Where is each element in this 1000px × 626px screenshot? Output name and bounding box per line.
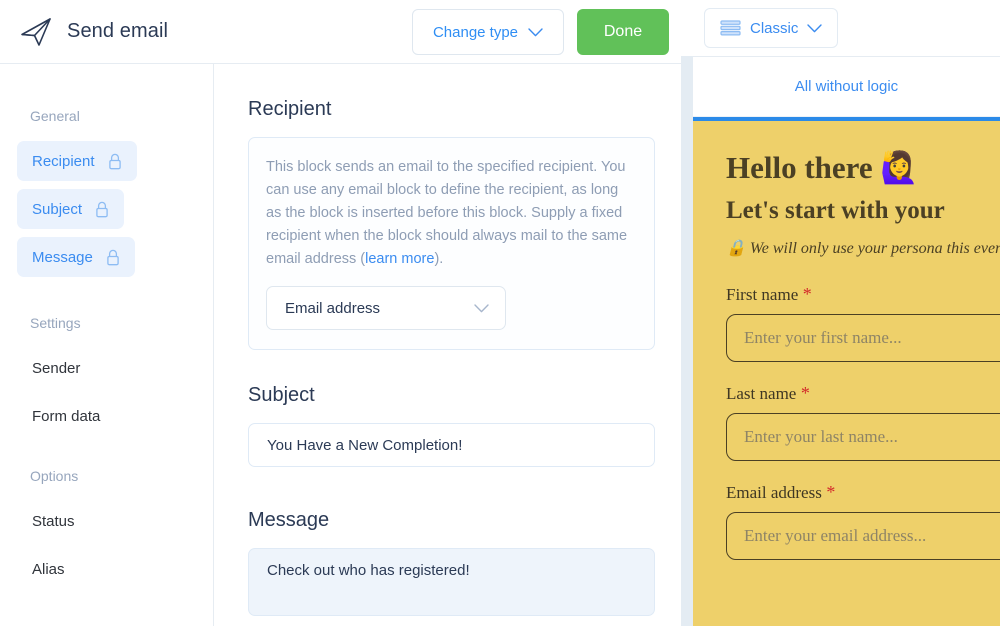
form-privacy-note: 🔒 We will only use your persona this eve… [726,240,1000,257]
toolbar-actions: Change type Done [412,9,669,55]
sidebar-item-label: Subject [32,200,83,218]
required-asterisk: * [796,383,810,403]
field-placeholder: Enter your email address... [744,526,927,545]
field-label-email-address: Email address * [726,482,1000,503]
field-label-last-name: Last name * [726,383,1000,404]
page-title: Send email [67,20,169,42]
sidebar-group-options-label: Options [30,468,79,484]
editor-panel: Send email Change type Done General Reci… [0,0,681,626]
sidebar-group-settings-items: Sender Form data [0,348,213,444]
sidebar-group-options-items: Status Alias [0,501,213,597]
change-type-label: Change type [432,23,519,41]
form-heading: Hello there 🙋‍♀️ [726,150,919,185]
done-button[interactable]: Done [577,9,669,55]
panel-divider [681,56,693,626]
chevron-down-icon [807,23,823,33]
recipient-section-title: Recipient [248,98,332,120]
message-value: Check out who has registered! [267,562,470,579]
sidebar-item-label: Status [32,512,75,530]
editor-main: Recipient This block sends an email to t… [215,64,681,626]
subject-input[interactable]: You Have a New Completion! [248,423,655,467]
recipient-description: This block sends an email to the specifi… [266,156,637,271]
sidebar-item-label: Recipient [32,152,95,170]
subject-section-title: Subject [248,384,315,406]
stacked-bars-icon [720,20,741,36]
form-preview-canvas: Hello there 🙋‍♀️ Let's start with your 🔒… [693,121,1000,626]
field-label-text: Email address [726,483,822,502]
sidebar-item-sender[interactable]: Sender [17,348,95,388]
field-label-text: Last name [726,384,797,403]
form-subheading: Let's start with your [726,196,945,224]
theme-label: Classic [750,19,799,37]
message-section-title: Message [248,509,330,531]
theme-select-button[interactable]: Classic [704,8,839,48]
sidebar-item-alias[interactable]: Alias [17,549,80,589]
field-input-first-name[interactable]: Enter your first name... [726,314,1000,362]
sidebar-group-settings-label: Settings [30,315,81,331]
field-label-first-name: First name * [726,284,1000,305]
lock-icon [95,201,109,218]
sidebar-item-subject[interactable]: Subject [17,189,125,229]
field-input-email-address[interactable]: Enter your email address... [726,512,1000,560]
done-label: Done [603,23,643,40]
sidebar-item-status[interactable]: Status [17,501,90,541]
lock-icon [108,153,122,170]
paper-plane-icon [19,15,53,49]
block-identity: Send email [0,15,168,49]
recipient-type-select[interactable]: Email address [266,286,506,330]
field-placeholder: Enter your last name... [744,427,898,446]
field-label-text: First name [726,285,799,304]
field-input-last-name[interactable]: Enter your last name... [726,413,1000,461]
subject-value: You Have a New Completion! [267,436,463,454]
app-root: Send email Change type Done General Reci… [0,0,1000,626]
sidebar-group-general-items: Recipient Subject Message [0,141,213,285]
recipient-type-value: Email address [285,299,381,317]
recipient-info-box: This block sends an email to the specifi… [248,137,655,350]
field-placeholder: Enter your first name... [744,328,902,347]
sidebar-item-label: Alias [32,560,65,578]
editor-toolbar: Send email Change type Done [0,0,681,64]
tab-all-without-logic[interactable]: All without logic [795,78,898,95]
preview-tabbar: All without logic [693,57,1000,117]
sidebar-item-label: Sender [32,359,81,377]
chevron-down-icon [474,303,489,313]
message-textarea[interactable]: Check out who has registered! [248,548,655,616]
preview-panel: Classic All without logic Hello there 🙋‍… [693,0,1000,626]
learn-more-link[interactable]: learn more [365,251,434,267]
required-asterisk: * [821,482,836,502]
sidebar-item-label: Message [32,248,93,266]
sidebar-item-message[interactable]: Message [17,237,135,277]
recipient-description-part1: This block sends an email to the specifi… [266,159,628,267]
sidebar-item-recipient[interactable]: Recipient [17,141,137,181]
preview-toolbar: Classic [693,0,1000,57]
lock-icon [106,249,120,266]
editor-sidebar: General Recipient Subject Message Settin… [0,64,214,626]
sidebar-item-form-data[interactable]: Form data [17,396,115,436]
recipient-description-part2: ). [434,251,444,267]
sidebar-item-label: Form data [32,407,101,425]
chevron-down-icon [528,27,543,37]
sidebar-group-general-label: General [30,108,80,124]
change-type-button[interactable]: Change type [412,9,564,55]
required-asterisk: * [798,284,812,304]
